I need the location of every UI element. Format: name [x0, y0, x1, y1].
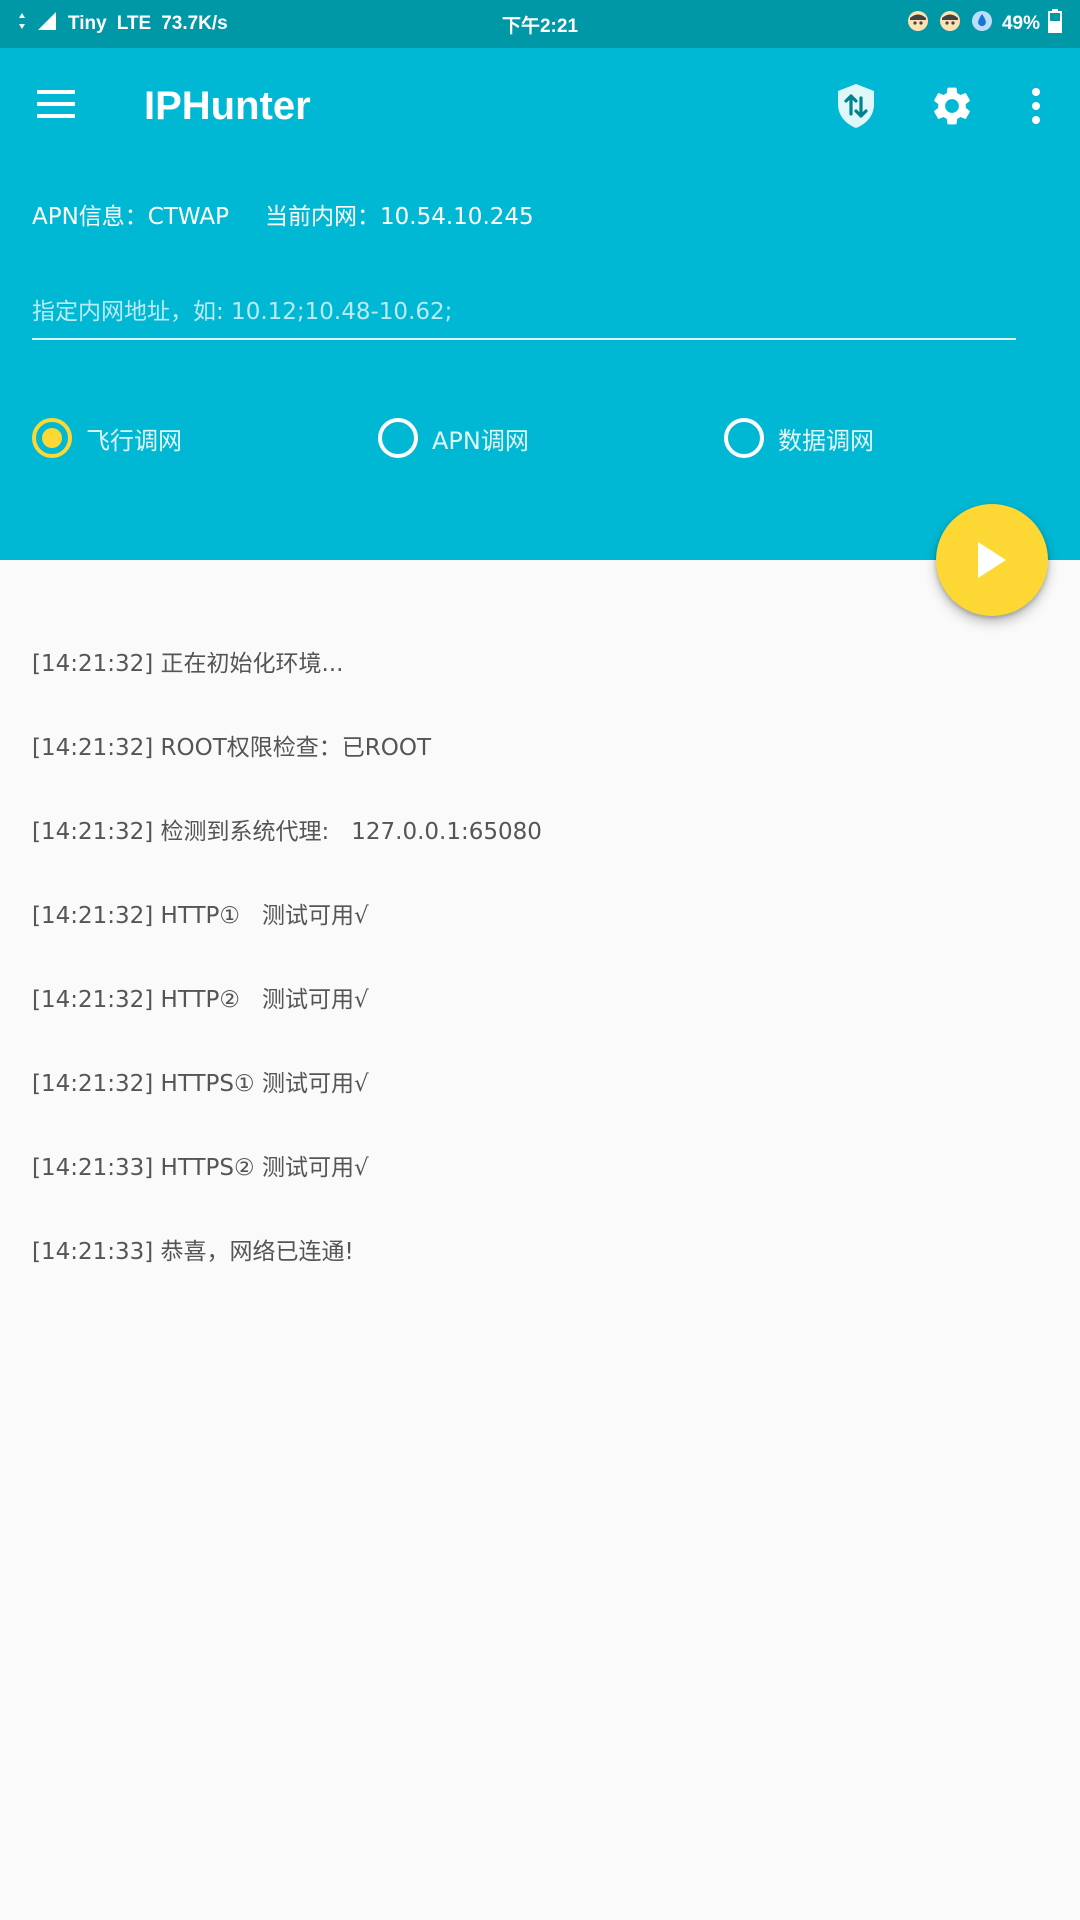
radio-button	[378, 418, 418, 458]
radio-label: 数据调网	[778, 426, 874, 455]
log-line: [14:21:33] HTTPS② 测试可用√	[32, 1155, 369, 1181]
network-info: APN信息：CTWAP 当前内网：10.54.10.245	[32, 194, 534, 234]
battery-percent: 49%	[1001, 13, 1040, 34]
notification-app-icon	[938, 9, 962, 39]
log-line: [14:21:33] 恭喜，网络已连通!	[32, 1239, 354, 1265]
menu-icon	[37, 90, 75, 118]
carrier-name: Tiny	[68, 13, 107, 34]
app-title: IPHunter	[144, 84, 311, 128]
radio-data-mode[interactable]: 数据调网	[724, 406, 874, 470]
log-line: [14:21:32] HTTP② 测试可用√	[32, 987, 369, 1013]
intranet-info: 当前内网：10.54.10.245	[265, 204, 534, 230]
signal-icon	[36, 10, 58, 38]
status-bar: Tiny LTE 73.7K/s 下午2:21 49%	[0, 0, 1080, 48]
shield-swap-icon	[838, 84, 874, 128]
log-line: [14:21:32] ROOT权限检查：已ROOT	[32, 735, 432, 761]
menu-button[interactable]	[30, 78, 82, 130]
apn-info: APN信息：CTWAP	[32, 204, 230, 230]
radio-apn-mode[interactable]: APN调网	[378, 406, 529, 470]
shield-button[interactable]	[828, 78, 884, 134]
more-vertical-icon	[1032, 88, 1040, 124]
status-left: Tiny LTE 73.7K/s	[18, 0, 228, 48]
battery-icon	[1048, 9, 1062, 39]
intranet-address-input[interactable]	[32, 286, 1016, 340]
log-line: [14:21:32] HTTP① 测试可用√	[32, 903, 369, 929]
play-icon	[978, 542, 1006, 578]
radio-label: 飞行调网	[86, 426, 182, 455]
log-line: [14:21:32] 检测到系统代理: 127.0.0.1:65080	[32, 819, 542, 845]
network-type: LTE	[116, 13, 152, 34]
log-line: [14:21:32] HTTPS① 测试可用√	[32, 1071, 369, 1097]
network-speed: 73.7K/s	[161, 13, 228, 34]
status-right: 49%	[906, 0, 1062, 48]
gear-icon	[934, 87, 970, 125]
settings-button[interactable]	[924, 78, 980, 134]
toolbar: IPHunter	[0, 48, 1080, 164]
data-activity-icon	[18, 12, 26, 36]
radio-airplane-mode[interactable]: 飞行调网	[32, 406, 182, 470]
radio-label: APN调网	[432, 426, 529, 455]
notification-app-icon	[906, 9, 930, 39]
log-line: [14:21:32] 正在初始化环境...	[32, 651, 344, 677]
radio-button	[724, 418, 764, 458]
status-time: 下午2:21	[501, 15, 579, 37]
mode-radio-group: 飞行调网 APN调网 数据调网	[32, 406, 1032, 470]
log-output: [14:21:32] 正在初始化环境... [14:21:32] ROOT权限检…	[32, 594, 1032, 1294]
radio-button-checked	[32, 418, 72, 458]
more-options-button[interactable]	[1010, 78, 1062, 134]
drop-notification-icon	[970, 9, 994, 39]
app-header: IPHunter APN信息：CTWAP 当前内网：10.54.10.245 指…	[0, 48, 1080, 560]
